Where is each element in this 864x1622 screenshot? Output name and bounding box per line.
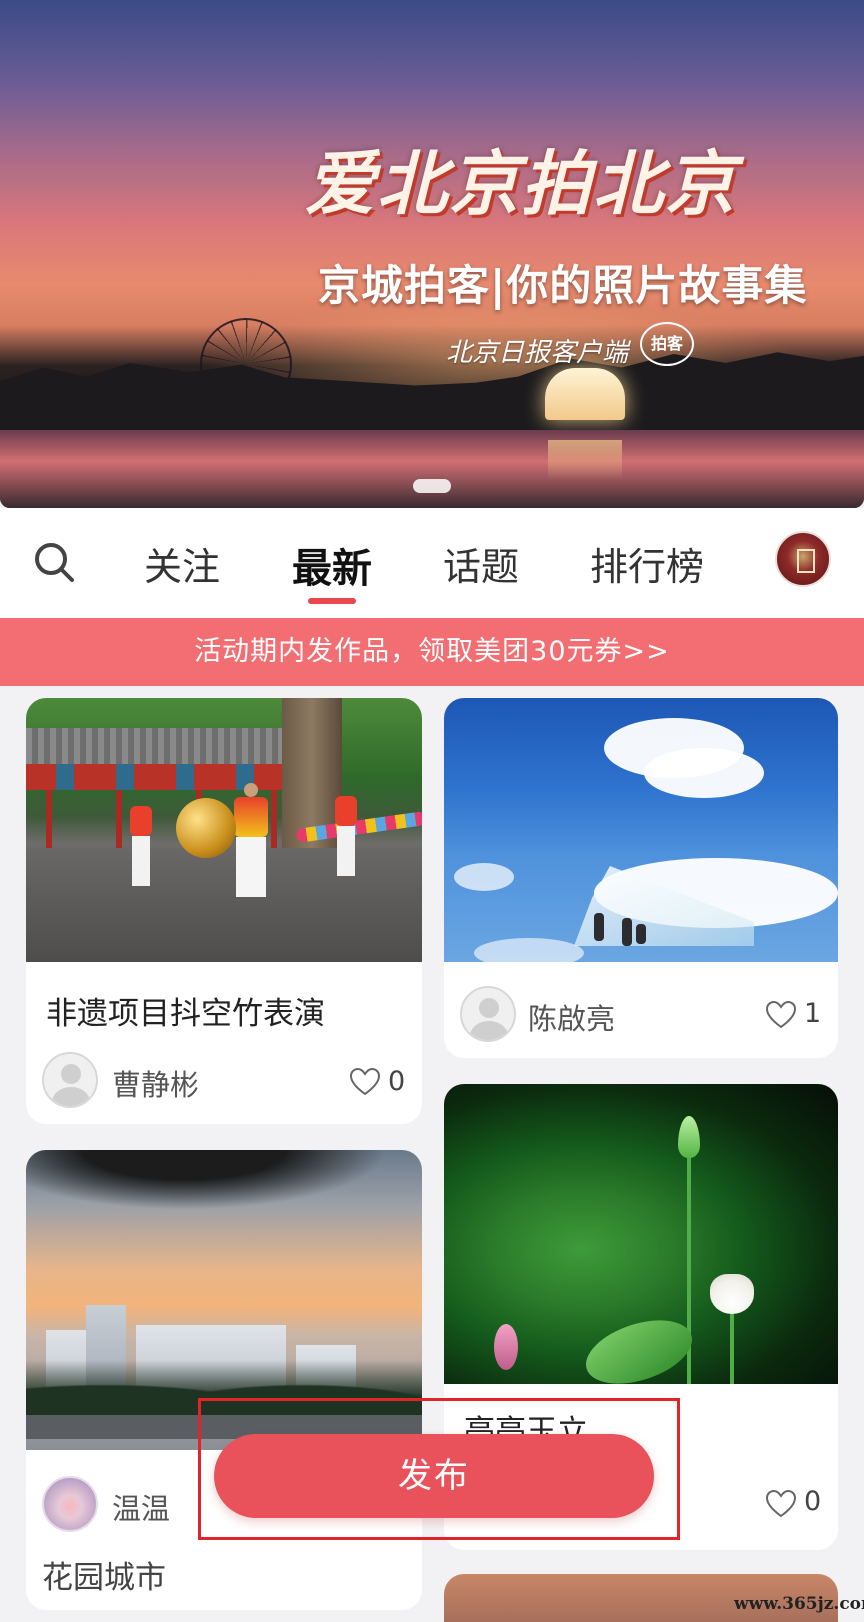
like-count: 0 <box>388 1066 406 1097</box>
feed-card[interactable]: 温温 花园城市 <box>26 1150 422 1610</box>
tab-active-indicator <box>308 598 356 604</box>
author-avatar[interactable] <box>42 1476 98 1532</box>
heart-icon[interactable] <box>766 1490 796 1518</box>
card-photo <box>26 698 422 962</box>
author-avatar[interactable] <box>42 1052 98 1108</box>
card-photo <box>444 1084 838 1384</box>
feed-card[interactable]: 非遗项目抖空竹表演 曹静彬 0 <box>26 698 422 1124</box>
tab-bar <box>0 508 864 618</box>
promo-banner[interactable]: 活动期内发作品，领取美团30元券>> <box>0 618 864 686</box>
carousel-indicator[interactable] <box>413 479 451 493</box>
lake-reflection <box>0 430 864 508</box>
card-title: 非遗项目抖空竹表演 <box>46 996 325 1032</box>
author-name[interactable]: 曹静彬 <box>112 1062 199 1104</box>
search-icon[interactable] <box>32 540 76 584</box>
card-photo <box>444 698 838 962</box>
like-count: 1 <box>804 998 822 1029</box>
banner-carousel[interactable]: 爱北京拍北京 京城拍客|你的照片故事集 北京日报客户端 拍客 <box>0 0 864 508</box>
banner-subtitle: 京城拍客|你的照片故事集 <box>318 261 808 310</box>
watermark: www.365jz.com <box>734 1594 864 1614</box>
feed-card[interactable]: 陈啟亮 1 <box>444 698 838 1058</box>
author-name[interactable]: 陈啟亮 <box>528 996 615 1038</box>
page: 爱北京拍北京 京城拍客|你的照片故事集 北京日报客户端 拍客 关注 最新 话题 … <box>0 0 864 1622</box>
pavilion-lit <box>545 368 625 420</box>
banner-title: 爱北京拍北京 <box>305 142 737 225</box>
banner-brand: 北京日报客户端 <box>446 338 629 368</box>
tab-following[interactable]: 关注 <box>144 536 220 591</box>
heart-icon[interactable] <box>350 1068 380 1096</box>
like-count: 0 <box>804 1486 822 1517</box>
brand-logo-icon: 拍客 <box>640 322 694 366</box>
pavilion-reflection <box>548 440 622 480</box>
publish-button[interactable]: 发布 <box>214 1434 654 1518</box>
user-avatar[interactable] <box>775 531 831 587</box>
tab-latest[interactable]: 最新 <box>292 536 372 594</box>
author-name[interactable]: 温温 <box>112 1486 170 1528</box>
card-title: 花园城市 <box>42 1560 166 1596</box>
tab-ranking[interactable]: 排行榜 <box>590 536 704 591</box>
tab-topics[interactable]: 话题 <box>443 536 519 591</box>
heart-icon[interactable] <box>766 1001 796 1029</box>
author-avatar[interactable] <box>460 986 516 1042</box>
